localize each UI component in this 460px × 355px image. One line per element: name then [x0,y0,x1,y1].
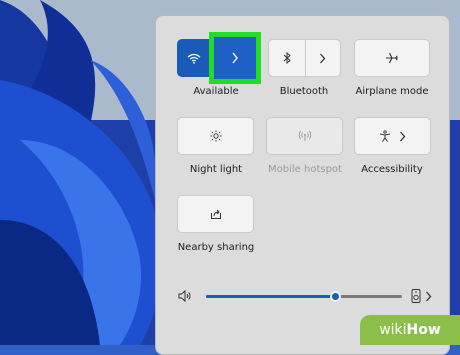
accessibility-label: Accessibility [361,164,423,175]
bluetooth-tile [268,39,341,77]
accessibility-tile[interactable] [354,117,431,155]
wifi-label: Available [193,86,239,97]
brightness-icon [210,130,221,142]
wifi-expand-button[interactable] [209,32,261,84]
wifi-toggle-button[interactable] [178,40,210,76]
volume-slider-fill [206,295,336,298]
airplane-icon [386,52,398,64]
accessibility-icon [379,130,391,142]
bluetooth-label: Bluetooth [279,86,329,97]
mobile-hotspot-tile[interactable] [266,117,343,155]
watermark-how-text: How [406,322,441,338]
share-icon [210,209,221,219]
nearby-sharing-tile[interactable] [177,195,254,233]
volume-slider[interactable] [206,291,402,302]
night-light-label: Night light [189,164,243,175]
bluetooth-toggle-button[interactable] [269,40,305,76]
nearby-sharing-label: Nearby sharing [177,242,255,253]
watermark-wiki-text: wiki [379,322,407,338]
wikihow-watermark: wiki How [360,315,460,345]
bluetooth-expand-button[interactable] [305,40,340,76]
bluetooth-icon [283,52,291,64]
chevron-right-icon [320,53,326,63]
night-light-tile[interactable] [177,117,254,155]
speaker-icon[interactable] [178,289,192,303]
airplane-mode-tile[interactable] [354,39,430,77]
mobile-hotspot-label: Mobile hotspot [268,164,342,175]
speaker-device-icon[interactable] [411,289,421,303]
airplane-mode-label: Airplane mode [355,86,429,97]
chevron-right-icon[interactable] [425,291,432,302]
hotspot-icon [298,130,311,141]
chevron-right-icon [232,52,238,64]
volume-slider-thumb[interactable] [330,291,342,302]
volume-row [178,286,438,306]
chevron-right-icon [400,131,406,141]
wifi-icon [187,53,201,64]
